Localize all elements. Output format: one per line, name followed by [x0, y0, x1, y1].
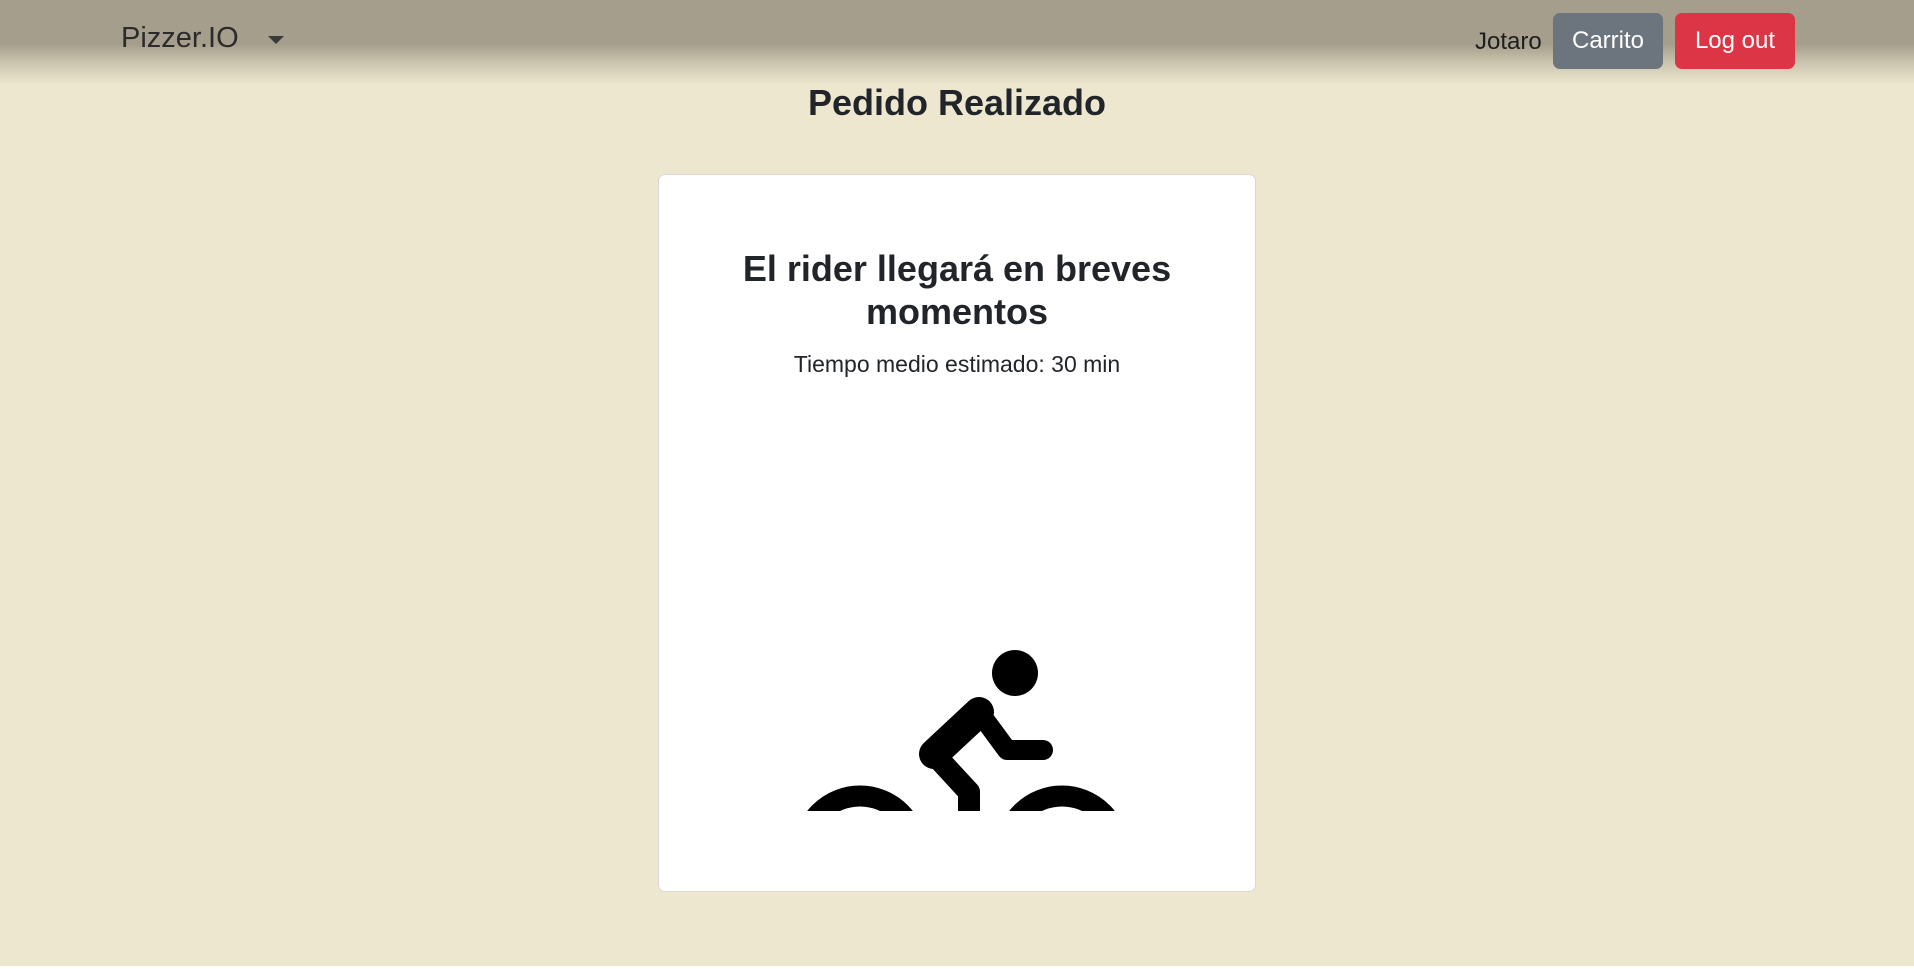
- card-title: El rider llegará en breves momentos: [742, 248, 1172, 332]
- estimated-time-text: Tiempo medio estimado: 30 min: [793, 351, 1121, 377]
- bicycle-rider-icon: [807, 650, 1115, 811]
- page-title: Pedido Realizado: [807, 82, 1107, 123]
- order-status-card: El rider llegará en breves momentos Tiem…: [658, 174, 1256, 892]
- logout-button[interactable]: Log out: [1675, 13, 1795, 69]
- username-label: Jotaro: [1475, 28, 1542, 55]
- navbar: Pizzer.IO Jotaro Carrito Log out: [0, 0, 1914, 84]
- brand-logo[interactable]: Pizzer.IO: [121, 22, 239, 55]
- caret-down-icon[interactable]: [268, 36, 284, 44]
- cart-button[interactable]: Carrito: [1553, 13, 1663, 69]
